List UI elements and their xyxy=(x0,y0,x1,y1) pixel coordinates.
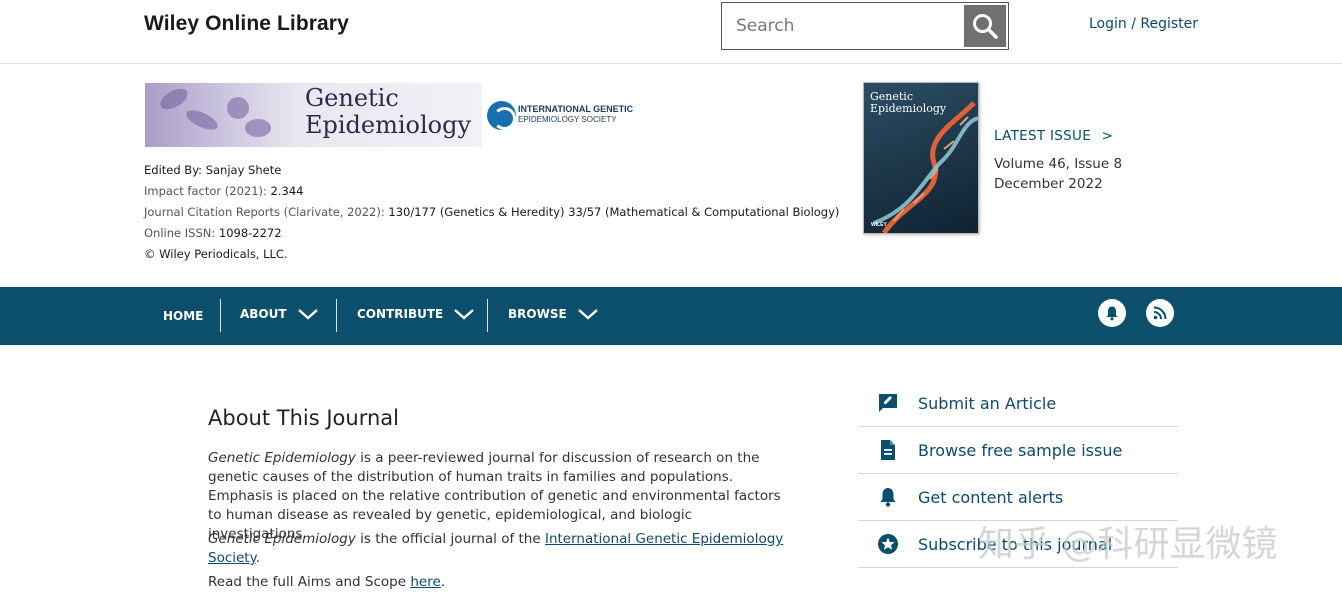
aims-scope-statement: Read the full Aims and Scope here. xyxy=(208,573,788,592)
edited-by: Edited By: Sanjay Shete xyxy=(144,163,281,177)
rss-button[interactable] xyxy=(1146,299,1174,327)
society-logo[interactable]: INTERNATIONAL GENETIC EPIDEMIOLOGY SOCIE… xyxy=(487,100,647,132)
journal-citation-reports: Journal Citation Reports (Clarivate, 202… xyxy=(144,205,839,219)
about-text: is the official journal of the xyxy=(355,531,545,547)
subscribe-journal-link[interactable]: Subscribe to this journal xyxy=(858,521,1178,568)
alerts-button[interactable] xyxy=(1098,299,1126,327)
sidebar-item-label: Subscribe to this journal xyxy=(918,534,1113,554)
chevron-down-icon xyxy=(454,309,475,320)
document-icon xyxy=(858,439,918,461)
issn-value: 1098-2272 xyxy=(218,226,282,240)
top-bar: Wiley Online Library Login / Register xyxy=(0,0,1342,64)
about-heading: About This Journal xyxy=(208,406,399,430)
online-issn: Online ISSN: 1098-2272 xyxy=(144,226,282,240)
latest-issue-label: LATEST ISSUE xyxy=(994,128,1092,144)
search-input[interactable] xyxy=(722,3,962,49)
banner-decoration xyxy=(245,119,271,137)
nav-about[interactable]: ABOUT xyxy=(240,285,319,343)
society-emblem-icon xyxy=(487,101,516,130)
impact-factor: Impact factor (2021): 2.344 xyxy=(144,184,303,198)
banner-title-line: Genetic xyxy=(305,84,399,112)
banner-title: Genetic Epidemiology xyxy=(305,85,471,139)
official-journal-statement: Genetic Epidemiology is the official jou… xyxy=(208,530,788,568)
society-name: INTERNATIONAL GENETIC xyxy=(518,104,634,114)
nav-divider xyxy=(336,299,337,332)
bell-icon xyxy=(858,486,918,508)
journal-cover-image[interactable]: Genetic Epidemiology WILEY xyxy=(863,82,979,234)
nav-contribute-label: CONTRIBUTE xyxy=(357,307,444,321)
edited-by-label: Edited By: xyxy=(144,163,203,177)
main-nav: HOME ABOUT CONTRIBUTE BROWSE xyxy=(0,287,1342,345)
submit-article-link[interactable]: Submit an Article xyxy=(858,380,1178,427)
about-text: Read the full Aims and Scope xyxy=(208,574,411,590)
nav-browse-label: BROWSE xyxy=(508,307,567,321)
nav-browse[interactable]: BROWSE xyxy=(508,285,599,343)
nav-divider xyxy=(487,299,488,332)
login-register-link[interactable]: Login / Register xyxy=(1089,16,1198,32)
nav-about-label: ABOUT xyxy=(240,307,287,321)
issn-label: Online ISSN: xyxy=(144,226,216,240)
site-logo[interactable]: Wiley Online Library xyxy=(144,12,349,36)
search-icon xyxy=(973,14,998,39)
impact-factor-value: 2.344 xyxy=(270,184,304,198)
jcr-rank: 130/177 (Genetics & Heredity) xyxy=(388,205,565,219)
issue-date: December 2022 xyxy=(994,176,1103,192)
nav-contribute[interactable]: CONTRIBUTE xyxy=(357,285,475,343)
chevron-down-icon xyxy=(297,309,318,320)
banner-title-line: Epidemiology xyxy=(305,111,472,139)
chevron-right-icon: > xyxy=(1101,128,1114,144)
editor-name: Sanjay Shete xyxy=(205,163,282,177)
jcr-rank: 33/57 (Mathematical & Computational Biol… xyxy=(568,205,840,219)
browse-sample-issue-link[interactable]: Browse free sample issue xyxy=(858,427,1178,474)
about-text: . xyxy=(255,550,260,566)
sidebar-item-label: Get content alerts xyxy=(918,487,1064,507)
cover-publisher: WILEY xyxy=(871,222,887,228)
journal-name: Genetic Epidemiology xyxy=(208,531,356,547)
star-icon xyxy=(858,533,918,555)
impact-factor-label: Impact factor (2021): xyxy=(144,184,267,198)
cover-title: Genetic Epidemiology xyxy=(870,91,946,115)
rss-icon xyxy=(1153,306,1167,320)
cover-title-line: Epidemiology xyxy=(870,102,947,115)
issue-volume: Volume 46, Issue 8 xyxy=(994,156,1123,172)
banner-decoration xyxy=(183,106,221,134)
banner-decoration xyxy=(157,84,191,114)
bell-icon xyxy=(1106,306,1118,321)
copyright: © Wiley Periodicals, LLC. xyxy=(144,247,288,261)
aims-scope-link[interactable]: here xyxy=(410,574,440,590)
nav-home[interactable]: HOME xyxy=(163,287,203,345)
sidebar-item-label: Browse free sample issue xyxy=(918,440,1123,460)
content-alerts-link[interactable]: Get content alerts xyxy=(858,474,1178,521)
search-box[interactable] xyxy=(721,2,1009,50)
journal-name: Genetic Epidemiology xyxy=(208,450,356,466)
search-button[interactable] xyxy=(964,5,1006,47)
nav-divider xyxy=(220,299,221,332)
nav-home-label: HOME xyxy=(163,309,204,323)
latest-issue-link[interactable]: LATEST ISSUE > xyxy=(994,128,1113,144)
society-name: EPIDEMIOLOGY SOCIETY xyxy=(518,115,617,124)
sidebar-item-label: Submit an Article xyxy=(918,393,1057,413)
chevron-down-icon xyxy=(577,309,598,320)
banner-decoration xyxy=(227,97,249,119)
edit-icon xyxy=(858,392,918,414)
about-text: . xyxy=(440,574,446,590)
journal-banner[interactable]: Genetic Epidemiology xyxy=(145,83,482,147)
jcr-label: Journal Citation Reports (Clarivate, 202… xyxy=(144,205,385,219)
